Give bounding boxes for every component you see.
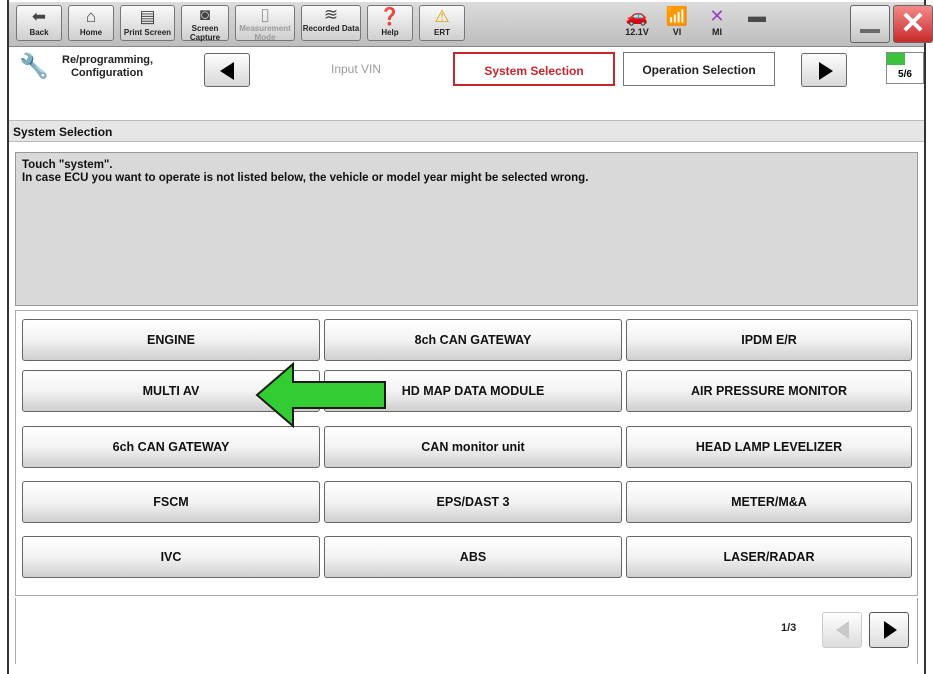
signal-icon: 📶 — [665, 6, 689, 26]
breadcrumb: 🔧 Re/programming, Configuration Input VI… — [9, 48, 924, 120]
screen-capture-button[interactable]: ◙ Screen Capture — [181, 5, 229, 42]
car-battery-icon: 🚗 — [625, 6, 649, 26]
system-button-fscm[interactable]: FSCM — [22, 481, 320, 523]
recorded-data-button[interactable]: ≋ Recorded Data — [301, 5, 361, 41]
back-button[interactable]: ⬅ Back — [16, 5, 62, 41]
breadcrumb-prev-button[interactable] — [204, 53, 250, 87]
system-button-abs[interactable]: ABS — [324, 536, 622, 578]
step-input-vin[interactable]: Input VIN — [261, 52, 451, 86]
instruction-box: Touch "system". In case ECU you want to … — [15, 152, 918, 306]
mi-status: ✕ MI — [700, 5, 734, 41]
toolbar: ⬅ Back ⌂ Home ▤ Print Screen ◙ Screen Ca… — [9, 2, 933, 47]
warning-icon: ⚠ — [434, 7, 450, 26]
home-icon: ⌂ — [85, 7, 97, 26]
chevron-left-icon — [220, 62, 234, 80]
breadcrumb-next-button[interactable] — [801, 53, 847, 87]
vi-status: 📶 VI — [660, 5, 694, 41]
measurement-icon: ▯ — [260, 5, 270, 24]
recorded-data-icon: ≋ — [323, 5, 339, 24]
progress-fill — [887, 53, 905, 65]
help-button[interactable]: ❓ Help — [367, 5, 413, 41]
status-area: 🚗 12.1V 📶 VI ✕ MI ▬ — [620, 5, 820, 41]
chevron-left-icon — [836, 621, 849, 639]
step-operation-selection[interactable]: Operation Selection — [623, 52, 775, 86]
instruction-line-2: In case ECU you want to operate is not l… — [22, 172, 589, 184]
reprogramming-icon: 🔧 — [19, 53, 49, 80]
x-icon: ✕ — [709, 6, 725, 26]
page-indicator: 1/3 — [781, 622, 797, 634]
page-title: System Selection — [9, 120, 924, 142]
system-button-8ch-can-gateway[interactable]: 8ch CAN GATEWAY — [324, 319, 622, 361]
system-grid: ENGINE 8ch CAN GATEWAY IPDM E/R MULTI AV… — [15, 310, 918, 596]
prev-page-button[interactable] — [822, 612, 862, 648]
chevron-right-icon — [884, 621, 897, 639]
measurement-mode-button[interactable]: ▯ Measurement Mode — [235, 5, 295, 42]
system-button-ipdm-er[interactable]: IPDM E/R — [626, 319, 912, 361]
system-button-ivc[interactable]: IVC — [22, 536, 320, 578]
system-button-air-pressure-monitor[interactable]: AIR PRESSURE MONITOR — [626, 370, 912, 412]
system-button-laser-radar[interactable]: LASER/RADAR — [626, 536, 912, 578]
print-screen-button[interactable]: ▤ Print Screen — [120, 5, 175, 41]
ert-button[interactable]: ⚠ ERT — [419, 5, 465, 41]
progress-text: 5/6 — [898, 69, 912, 80]
close-button[interactable]: ✕ — [893, 5, 933, 43]
pagination: 1/3 — [15, 598, 918, 664]
pointer-arrow-icon — [255, 362, 386, 428]
system-button-meter-ma[interactable]: METER/M&A — [626, 481, 912, 523]
system-button-eps-dast-3[interactable]: EPS/DAST 3 — [324, 481, 622, 523]
system-button-can-monitor-unit[interactable]: CAN monitor unit — [324, 426, 622, 468]
step-system-selection[interactable]: System Selection — [453, 52, 615, 86]
breadcrumb-title: Re/programming, Configuration — [62, 54, 154, 79]
chevron-right-icon — [819, 62, 833, 80]
system-button-6ch-can-gateway[interactable]: 6ch CAN GATEWAY — [22, 426, 320, 468]
camera-icon: ◙ — [199, 5, 211, 24]
system-button-engine[interactable]: ENGINE — [22, 319, 320, 361]
home-button[interactable]: ⌂ Home — [68, 5, 114, 41]
help-icon: ❓ — [379, 7, 401, 26]
printer-icon: ▤ — [139, 7, 156, 26]
system-button-head-lamp-levelizer[interactable]: HEAD LAMP LEVELIZER — [626, 426, 912, 468]
battery-indicator: ▬ — [740, 5, 774, 41]
step-progress: 5/6 — [886, 52, 924, 84]
battery-status: 🚗 12.1V — [620, 5, 654, 41]
next-page-button[interactable] — [869, 612, 909, 648]
instruction-line-1: Touch "system". — [22, 159, 113, 171]
back-arrow-icon: ⬅ — [31, 7, 47, 26]
battery-icon: ▬ — [748, 6, 766, 26]
minimize-button[interactable] — [850, 5, 890, 43]
